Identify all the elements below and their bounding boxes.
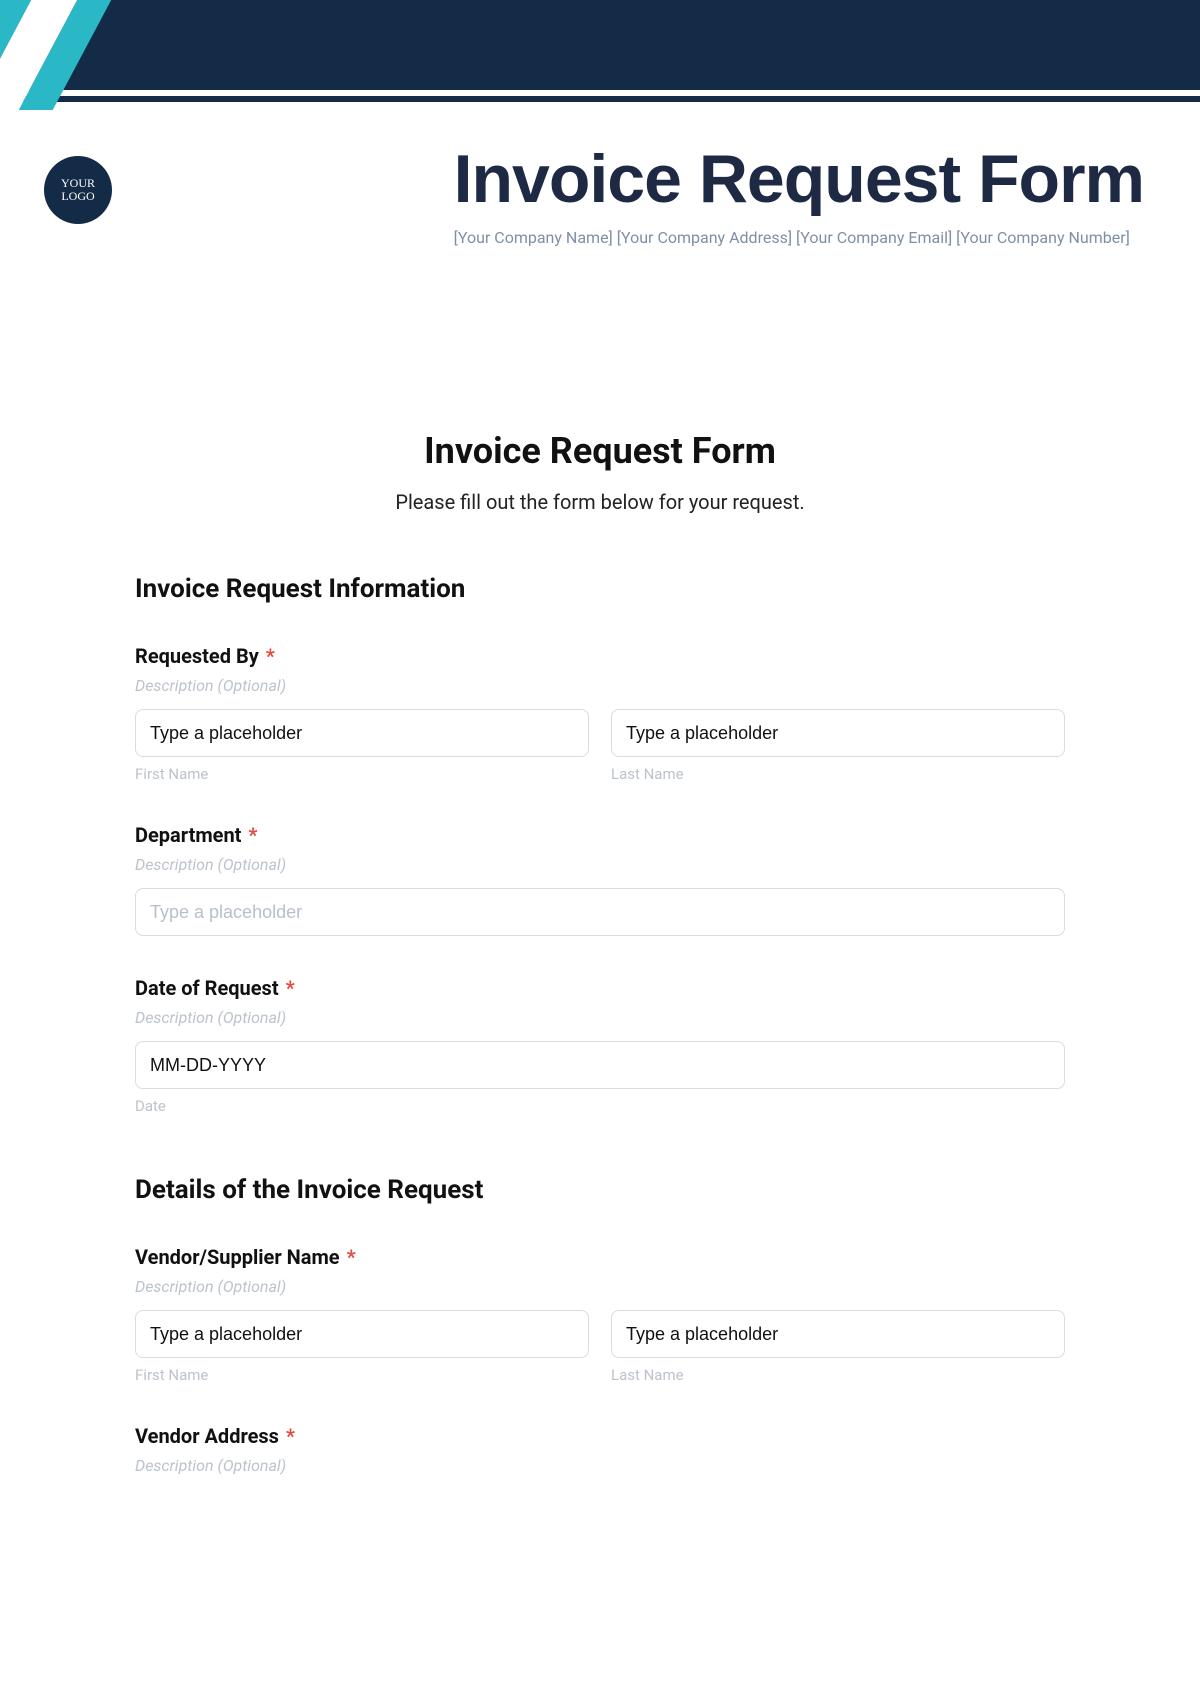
- company-info-line: [Your Company Name] [Your Company Addres…: [454, 228, 1144, 247]
- field-label: Vendor/Supplier Name *: [135, 1245, 1065, 1269]
- page: YOUR LOGO Invoice Request Form [Your Com…: [0, 0, 1200, 1701]
- required-mark-icon: *: [266, 644, 275, 668]
- label-text: Requested By: [135, 644, 259, 668]
- date-sublabel: Date: [135, 1097, 1065, 1115]
- required-mark-icon: *: [286, 976, 295, 1000]
- field-description: Description (Optional): [135, 676, 1065, 695]
- department-input[interactable]: [135, 888, 1065, 936]
- last-name-input[interactable]: [611, 709, 1065, 757]
- label-text: Date of Request: [135, 976, 279, 1000]
- logo-text: YOUR LOGO: [44, 177, 112, 203]
- form-content: Invoice Request Form Please fill out the…: [135, 130, 1065, 1475]
- field-description: Description (Optional): [135, 855, 1065, 874]
- required-mark-icon: *: [347, 1245, 356, 1269]
- logo-placeholder: YOUR LOGO: [44, 156, 112, 224]
- vendor-first-name-input[interactable]: [135, 1310, 589, 1358]
- field-vendor-address: Vendor Address * Description (Optional): [135, 1424, 1065, 1475]
- date-input[interactable]: [135, 1041, 1065, 1089]
- first-name-sublabel: First Name: [135, 765, 589, 783]
- field-date-of-request: Date of Request * Description (Optional)…: [135, 976, 1065, 1115]
- last-name-sublabel: Last Name: [611, 765, 1065, 783]
- section-heading-invoice-details: Details of the Invoice Request: [135, 1175, 1065, 1205]
- field-description: Description (Optional): [135, 1456, 1065, 1475]
- field-vendor-name: Vendor/Supplier Name * Description (Opti…: [135, 1245, 1065, 1384]
- field-label: Requested By *: [135, 644, 1065, 668]
- field-department: Department * Description (Optional): [135, 823, 1065, 936]
- label-text: Vendor Address: [135, 1424, 279, 1448]
- header-band: [0, 0, 1200, 130]
- field-description: Description (Optional): [135, 1277, 1065, 1296]
- field-label: Vendor Address *: [135, 1424, 1065, 1448]
- label-text: Vendor/Supplier Name: [135, 1245, 340, 1269]
- required-mark-icon: *: [248, 823, 257, 847]
- section-heading-invoice-info: Invoice Request Information: [135, 574, 1065, 604]
- vendor-last-name-input[interactable]: [611, 1310, 1065, 1358]
- first-name-sublabel: First Name: [135, 1366, 589, 1384]
- last-name-sublabel: Last Name: [611, 1366, 1065, 1384]
- form-title: Invoice Request Form: [135, 430, 1065, 472]
- form-description: Please fill out the form below for your …: [135, 490, 1065, 514]
- field-requested-by: Requested By * Description (Optional) Fi…: [135, 644, 1065, 783]
- field-label: Department *: [135, 823, 1065, 847]
- label-text: Department: [135, 823, 241, 847]
- header-title-block: Invoice Request Form [Your Company Name]…: [454, 140, 1144, 247]
- first-name-input[interactable]: [135, 709, 589, 757]
- field-description: Description (Optional): [135, 1008, 1065, 1027]
- field-label: Date of Request *: [135, 976, 1065, 1000]
- required-mark-icon: *: [286, 1424, 295, 1448]
- document-title: Invoice Request Form: [454, 140, 1144, 218]
